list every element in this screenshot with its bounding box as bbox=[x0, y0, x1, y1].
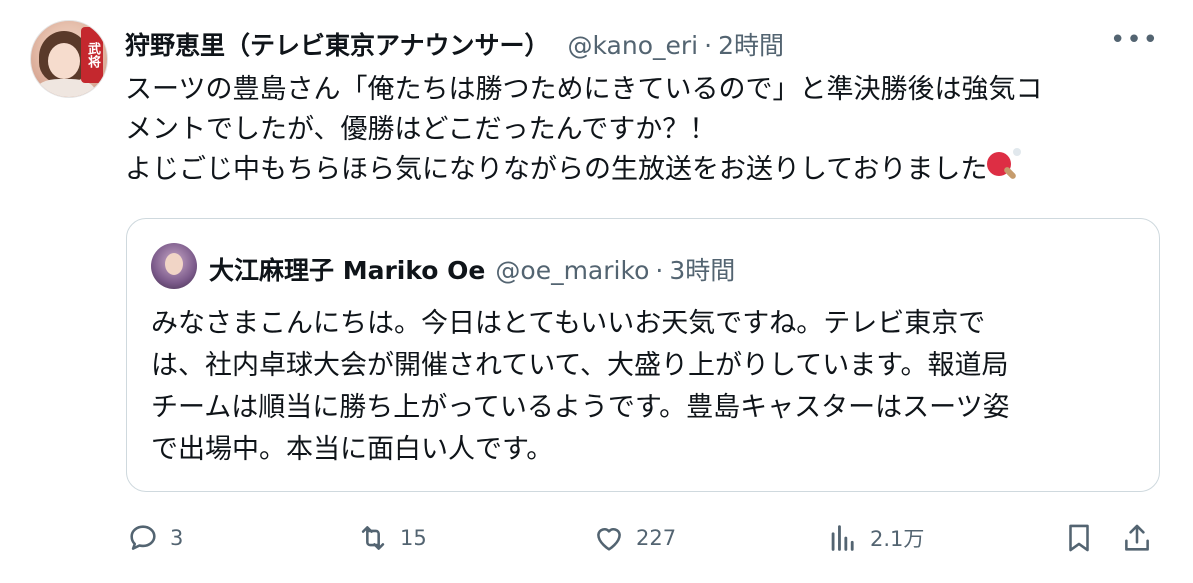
reply-icon bbox=[130, 525, 156, 550]
quoted-tweet[interactable]: 大江麻理子 Mariko Oe @oe_mariko · 3時間 みなさまこんに… bbox=[126, 218, 1160, 492]
quoted-timestamp: 3時間 bbox=[669, 256, 736, 285]
tweet-timestamp[interactable]: 2時間 bbox=[718, 26, 784, 62]
views-count: 2.1万 bbox=[870, 527, 925, 551]
retweet-icon bbox=[361, 526, 385, 550]
retweet-button[interactable]: 15 bbox=[356, 518, 427, 558]
author-handle[interactable]: @kano_eri bbox=[568, 31, 699, 60]
avatar-badge: 武将 bbox=[81, 27, 103, 83]
avatar-face bbox=[48, 43, 80, 79]
quoted-text: みなさまこんにちは。今日はとてもいいお天気ですね。テレビ東京で は、社内卓球大会… bbox=[151, 308, 1010, 465]
share-icon bbox=[1125, 524, 1149, 551]
quoted-header: 大江麻理子 Mariko Oe @oe_mariko · 3時間 bbox=[209, 251, 735, 287]
separator-dot: · bbox=[704, 31, 713, 60]
share-button[interactable] bbox=[1120, 518, 1154, 558]
like-count: 227 bbox=[636, 526, 677, 550]
like-button[interactable]: 227 bbox=[592, 518, 676, 558]
bookmark-button[interactable] bbox=[1062, 518, 1096, 558]
quoted-separator-dot: · bbox=[655, 256, 664, 285]
quoted-display-name: 大江麻理子 Mariko Oe bbox=[209, 256, 486, 285]
author-avatar[interactable]: 武将 bbox=[30, 20, 108, 98]
reply-button[interactable]: 3 bbox=[126, 518, 183, 558]
views-icon bbox=[831, 525, 854, 551]
bookmark-icon bbox=[1069, 524, 1089, 552]
tweet-text-content: スーツの豊島さん「俺たちは勝つためにきているので」と準決勝後は強気コ メントでし… bbox=[125, 74, 1043, 185]
ping-pong-emoji bbox=[987, 148, 1022, 182]
reply-count: 3 bbox=[170, 526, 184, 550]
author-display-name[interactable]: 狩野恵里（テレビ東京アナウンサー） bbox=[125, 26, 550, 62]
more-icon[interactable]: ••• bbox=[1110, 27, 1159, 53]
tweet-header: 狩野恵里（テレビ東京アナウンサー） @kano_eri · 2時間 bbox=[125, 26, 784, 62]
views-button[interactable]: 2.1万 bbox=[826, 518, 924, 558]
quoted-handle: @oe_mariko bbox=[495, 256, 650, 285]
tweet[interactable]: 武将 狩野恵里（テレビ東京アナウンサー） @kano_eri · 2時間 •••… bbox=[0, 0, 1193, 583]
tweet-text: スーツの豊島さん「俺たちは勝つためにきているので」と準決勝後は強気コ メントでし… bbox=[125, 70, 1165, 190]
quoted-author-avatar[interactable] bbox=[151, 243, 197, 289]
retweet-count: 15 bbox=[400, 526, 427, 550]
quoted-avatar-face bbox=[165, 253, 183, 275]
heart-icon bbox=[597, 528, 621, 551]
action-bar: 3 15 227 2.1万 bbox=[126, 518, 1166, 558]
